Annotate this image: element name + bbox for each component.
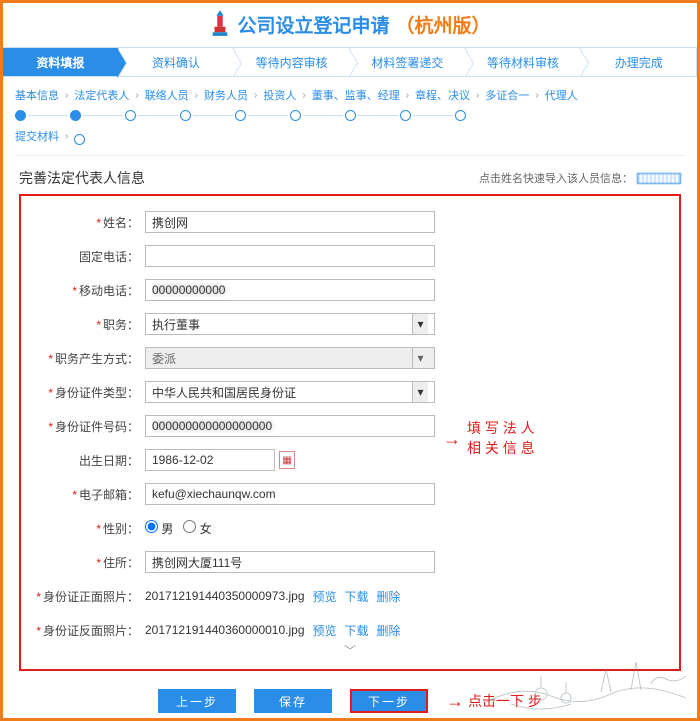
lighthouse-icon xyxy=(209,9,231,39)
chevron-down-icon: ▾ xyxy=(412,314,428,334)
id-front-download-link[interactable]: 下载 xyxy=(345,588,369,605)
address-input[interactable] xyxy=(145,551,435,573)
chevron-right-icon: › xyxy=(302,90,305,101)
id-front-delete-link[interactable]: 删除 xyxy=(377,588,401,605)
calendar-icon[interactable]: ▦ xyxy=(279,451,295,469)
chevron-right-icon: › xyxy=(195,90,198,101)
fixed-phone-input[interactable] xyxy=(145,245,435,267)
page-title-main: 公司设立登记申请 xyxy=(237,11,389,38)
step-circle-icon xyxy=(235,110,246,121)
name-input[interactable] xyxy=(145,211,435,233)
chevron-right-icon: › xyxy=(65,90,68,101)
id-back-preview-link[interactable]: 预览 xyxy=(313,622,337,639)
email-input[interactable] xyxy=(145,483,435,505)
step-circle-icon xyxy=(74,134,85,145)
sub-step-法定代表人[interactable]: 法定代表人 xyxy=(74,87,129,103)
chevron-right-icon: › xyxy=(476,90,479,101)
id-number-input[interactable] xyxy=(145,415,435,437)
process-bar: 资料填报 资料确认 等待内容审核 材料签署递交 等待材料审核 办理完成 xyxy=(3,47,697,77)
step-circle-icon xyxy=(125,110,136,121)
sub-step-联络人员[interactable]: 联络人员 xyxy=(145,87,189,103)
chevron-down-icon: ▾ xyxy=(412,382,428,402)
chevron-right-icon: › xyxy=(406,90,409,101)
sub-step-nav: 基本信息 › 法定代表人 › 联络人员 › 财务人员 › 投资人 › 董事、监事、经理 › 章程、决议 ›… xyxy=(3,77,697,156)
sub-step-多证合一[interactable]: 多证合一 xyxy=(485,87,529,103)
id-front-preview-link[interactable]: 预览 xyxy=(313,588,337,605)
sub-step-财务人员[interactable]: 财务人员 xyxy=(204,87,248,103)
sub-step-董事、监事、经理[interactable]: 董事、监事、经理 xyxy=(312,87,400,103)
sub-step-章程、决议[interactable]: 章程、决议 xyxy=(415,87,470,103)
step-circle-icon xyxy=(400,110,411,121)
birth-date-input[interactable] xyxy=(145,449,275,471)
step-circle-icon xyxy=(455,110,466,121)
sub-step-基本信息[interactable]: 基本信息 xyxy=(15,87,59,103)
prev-button[interactable]: 上一步 xyxy=(158,689,236,713)
annotation-next-note: → 点击一下 步 xyxy=(446,691,542,712)
chevron-right-icon: › xyxy=(65,131,68,142)
page-header: 公司设立登记申请 （杭州版） xyxy=(3,3,697,47)
process-step-2[interactable]: 资料确认 xyxy=(119,48,235,76)
gender-male-radio[interactable]: 男 xyxy=(145,520,173,537)
arrow-right-icon: → xyxy=(446,691,464,712)
gender-female-radio[interactable]: 女 xyxy=(183,520,211,537)
sub-step-投资人[interactable]: 投资人 xyxy=(263,87,296,103)
position-select[interactable]: 执行董事 ▾ xyxy=(145,313,435,335)
process-step-3[interactable]: 等待内容审核 xyxy=(234,48,350,76)
quick-import-chip[interactable] xyxy=(637,173,681,184)
step-circle-icon xyxy=(345,110,356,121)
next-button[interactable]: 下一步 xyxy=(350,689,428,713)
process-step-5[interactable]: 等待材料审核 xyxy=(466,48,582,76)
page-title-sub: （杭州版） xyxy=(396,11,491,38)
id-front-filename: 201712191440350000973.jpg xyxy=(145,589,305,603)
step-circle-icon xyxy=(15,110,26,121)
mobile-phone-input[interactable] xyxy=(145,279,435,301)
chevron-right-icon: › xyxy=(135,90,138,101)
chevron-right-icon: › xyxy=(535,90,538,101)
legal-rep-form: *姓名： 固定电话： *移动电话： *职务： 执行董事 ▾ xyxy=(19,194,681,671)
process-step-6[interactable]: 办理完成 xyxy=(581,48,697,76)
sub-step-代理人[interactable]: 代理人 xyxy=(545,87,578,103)
step-circle-icon xyxy=(180,110,191,121)
appoint-method-select[interactable]: 委派 ▾ xyxy=(145,347,435,369)
id-back-delete-link[interactable]: 删除 xyxy=(377,622,401,639)
section-title: 完善法定代表人信息 xyxy=(19,168,145,188)
id-back-filename: 201712191440360000010.jpg xyxy=(145,623,305,637)
step-circle-icon xyxy=(290,110,301,121)
step-circle-icon xyxy=(70,110,81,121)
chevron-right-icon: › xyxy=(254,90,257,101)
chevron-down-icon: ▾ xyxy=(412,348,428,368)
save-button[interactable]: 保存 xyxy=(254,689,332,713)
expand-icon[interactable]: ﹀ xyxy=(35,642,665,659)
sub-step-提交材料[interactable]: 提交材料 xyxy=(15,128,59,144)
id-type-select[interactable]: 中华人民共和国居民身份证 ▾ xyxy=(145,381,435,403)
process-step-4[interactable]: 材料签署递交 xyxy=(350,48,466,76)
quick-import-hint: 点击姓名快速导入该人员信息： xyxy=(479,170,681,186)
id-back-download-link[interactable]: 下载 xyxy=(345,622,369,639)
process-step-1[interactable]: 资料填报 xyxy=(3,48,119,76)
